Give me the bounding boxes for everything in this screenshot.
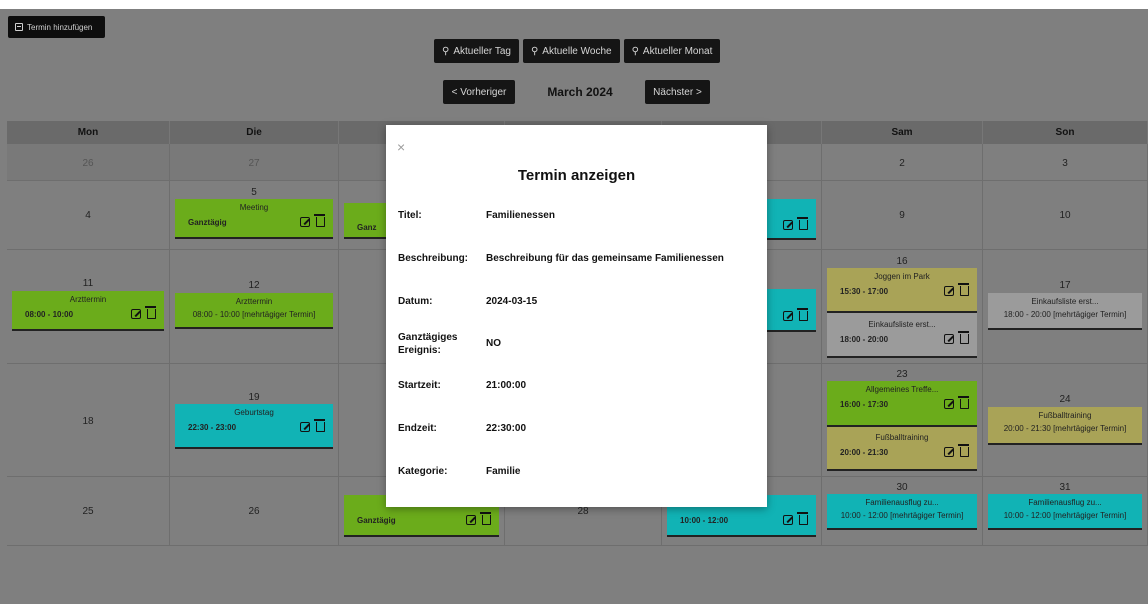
edit-icon[interactable] <box>944 399 954 409</box>
trash-icon[interactable] <box>480 512 491 525</box>
trash-icon[interactable] <box>797 217 808 230</box>
day-cell[interactable]: 23 Allgemeines Treffe... 16:00 - 17:30 F… <box>822 364 983 477</box>
filter-month-button[interactable]: ⚲ Aktueller Monat <box>623 39 721 63</box>
filter-icon: ⚲ <box>631 45 639 57</box>
filter-icon: ⚲ <box>442 45 450 57</box>
day-cell[interactable]: 26 <box>7 144 170 181</box>
day-cell[interactable]: 25 <box>7 477 170 546</box>
day-cell[interactable]: 16 Joggen im Park 15:30 - 17:00 Einkaufs… <box>822 250 983 364</box>
trash-icon[interactable] <box>958 444 969 457</box>
filter-week-button[interactable]: ⚲ Aktuelle Woche <box>522 39 620 63</box>
prev-month-button[interactable]: < Vorheriger <box>443 80 515 104</box>
day-cell[interactable]: 17 Einkaufsliste erst... 18:00 - 20:00 [… <box>983 250 1148 364</box>
day-cell[interactable]: 9 <box>822 181 983 250</box>
event-card[interactable]: Allgemeines Treffe... 16:00 - 17:30 <box>827 381 977 427</box>
event-card[interactable]: Geburtstag 22:30 - 23:00 <box>175 404 333 449</box>
event-card[interactable]: Arzttermin 08:00 - 10:00 [mehrtägiger Te… <box>175 293 333 329</box>
month-title: March 2024 <box>547 85 613 99</box>
weekday-header: Die <box>170 121 339 144</box>
event-card[interactable]: Fußballtraining 20:00 - 21:30 <box>827 427 977 471</box>
event-details-modal: × Termin anzeigen Titel: Familienessen Be… <box>386 125 767 507</box>
day-cell[interactable]: 18 <box>7 364 170 477</box>
trash-icon[interactable] <box>314 214 325 227</box>
trash-icon[interactable] <box>958 396 969 409</box>
edit-icon[interactable] <box>783 220 793 230</box>
edit-icon[interactable] <box>131 309 141 319</box>
day-cell[interactable]: 31 Familienausflug zu... 10:00 - 12:00 [… <box>983 477 1148 546</box>
event-card[interactable]: Fußballtraining 20:00 - 21:30 [mehrtägig… <box>988 407 1142 445</box>
next-month-button[interactable]: Nächster > <box>645 80 710 104</box>
close-icon[interactable]: × <box>397 139 405 155</box>
event-card[interactable]: Arzttermin 08:00 - 10:00 <box>12 291 164 331</box>
day-cell[interactable]: 26 <box>170 477 339 546</box>
modal-title: Termin anzeigen <box>517 167 636 184</box>
trash-icon[interactable] <box>797 308 808 321</box>
day-cell[interactable]: 11 Arzttermin 08:00 - 10:00 <box>7 250 170 364</box>
day-cell[interactable]: 27 <box>170 144 339 181</box>
add-event-label: Termin hinzufügen <box>27 22 93 32</box>
event-card[interactable]: Familienausflug zu... 10:00 - 12:00 [meh… <box>988 494 1142 530</box>
event-card[interactable]: Familienausflug zu... 10:00 - 12:00 [meh… <box>827 494 977 530</box>
weekday-header: Mon <box>7 121 170 144</box>
edit-icon[interactable] <box>300 422 310 432</box>
trash-icon[interactable] <box>314 419 325 432</box>
weekday-header: Son <box>983 121 1148 144</box>
edit-icon[interactable] <box>783 515 793 525</box>
trash-icon[interactable] <box>958 331 969 344</box>
filter-icon: ⚲ <box>530 45 539 57</box>
edit-icon[interactable] <box>944 334 954 344</box>
day-cell[interactable]: 24 Fußballtraining 20:00 - 21:30 [mehrtä… <box>983 364 1148 477</box>
day-cell[interactable]: 10 <box>983 181 1148 250</box>
add-event-button[interactable]: Termin hinzufügen <box>8 16 105 38</box>
day-cell[interactable]: 3 <box>983 144 1148 181</box>
day-cell[interactable]: 19 Geburtstag 22:30 - 23:00 <box>170 364 339 477</box>
day-cell[interactable]: 5 Meeting Ganztägig <box>170 181 339 250</box>
event-card[interactable]: Meeting Ganztägig <box>175 199 333 239</box>
edit-icon[interactable] <box>783 311 793 321</box>
edit-icon[interactable] <box>944 447 954 457</box>
edit-icon[interactable] <box>300 217 310 227</box>
trash-icon[interactable] <box>145 306 156 319</box>
event-card[interactable]: Einkaufsliste erst... 18:00 - 20:00 <box>827 313 977 358</box>
day-cell[interactable]: 2 <box>822 144 983 181</box>
filter-day-button[interactable]: ⚲ Aktueller Tag <box>434 39 519 63</box>
trash-icon[interactable] <box>958 283 969 296</box>
calendar-add-icon <box>15 23 23 31</box>
day-cell[interactable]: 4 <box>7 181 170 250</box>
edit-icon[interactable] <box>466 515 476 525</box>
day-cell[interactable]: 30 Familienausflug zu... 10:00 - 12:00 [… <box>822 477 983 546</box>
trash-icon[interactable] <box>797 512 808 525</box>
view-filters: ⚲ Aktueller Tag ⚲ Aktuelle Woche ⚲ Aktuelle… <box>434 39 721 63</box>
top-bar <box>0 0 1148 9</box>
calendar-page: Termin hinzufügen ⚲ Aktueller Tag ⚲ Aktuel… <box>0 0 1148 604</box>
weekday-header: Sam <box>822 121 983 144</box>
day-cell[interactable]: 12 Arzttermin 08:00 - 10:00 [mehrtägiger… <box>170 250 339 364</box>
month-navigation: < Vorheriger March 2024 Nächster > <box>0 80 1148 104</box>
edit-icon[interactable] <box>944 286 954 296</box>
event-card[interactable]: Einkaufsliste erst... 18:00 - 20:00 [meh… <box>988 293 1142 330</box>
event-card[interactable]: Joggen im Park 15:30 - 17:00 <box>827 268 977 313</box>
